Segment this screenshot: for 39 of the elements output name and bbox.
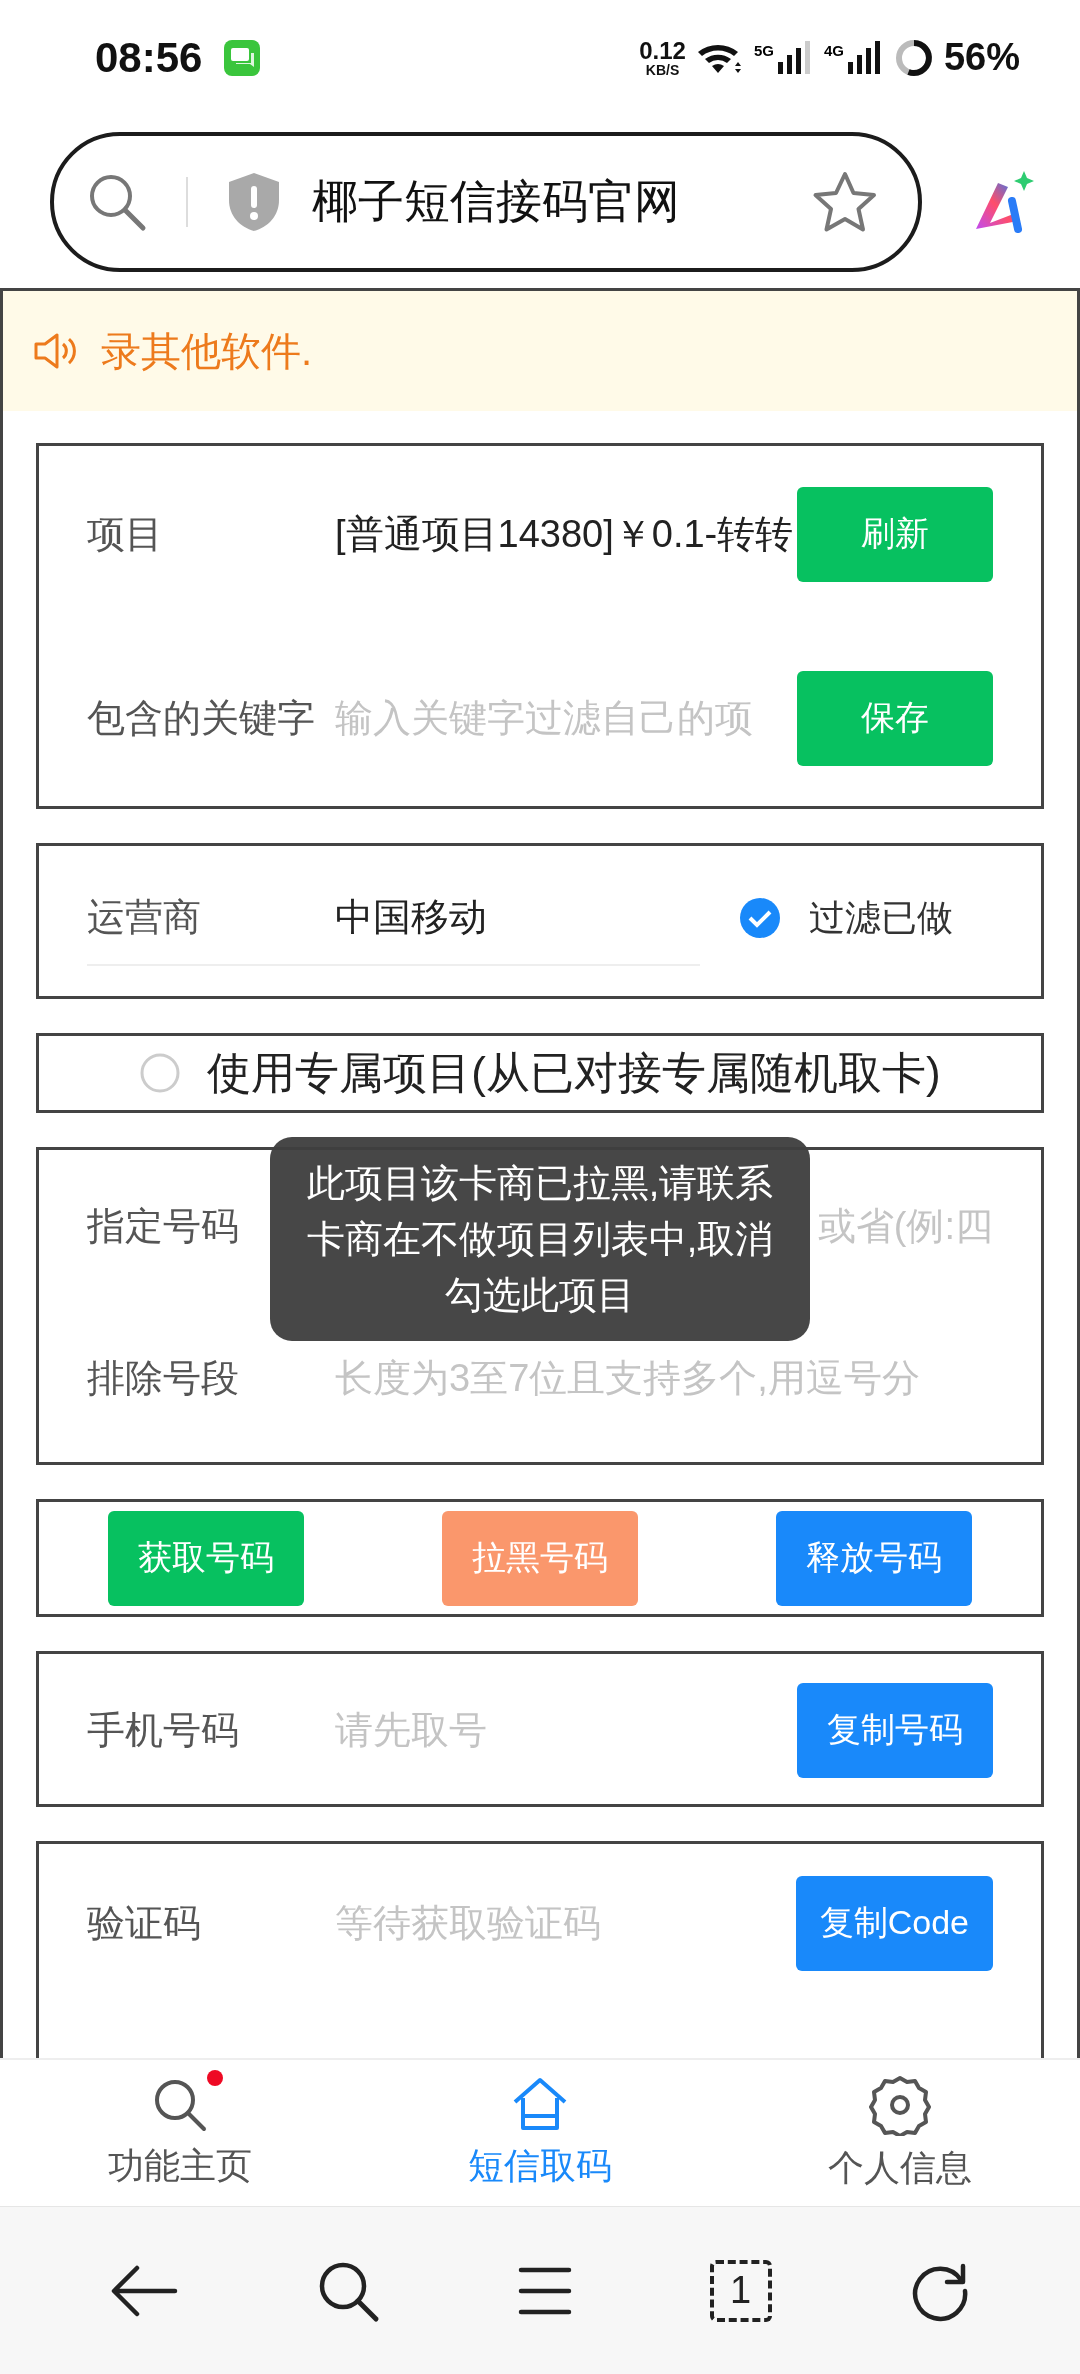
nav-tab[interactable]: 个人信息 [720,2060,1080,2206]
settings-icon [869,2073,931,2136]
battery-ring-icon [893,37,934,78]
field-label: 运营商 [87,894,202,940]
network-type: 5G [753,41,774,59]
project-value[interactable]: [普通项目14380]￥0.1-转转 [335,508,797,560]
battery-level: 56% [943,36,1020,79]
nav-tab[interactable]: 功能主页 [0,2060,360,2206]
network-speed: 0.12 [639,38,686,63]
network-type: 4G [823,41,844,59]
field-label: 手机号码 [87,1707,240,1753]
shield-warning-icon[interactable] [226,170,282,233]
action-button[interactable]: 复制Code [795,1875,993,1971]
tab-count-button[interactable]: 1 [709,2259,772,2322]
input-field[interactable]: 输入关键字过滤自己的项 [335,696,797,740]
input-field[interactable]: 请先取号 [335,1708,797,1752]
checked-circle-icon[interactable] [739,897,781,939]
input-field[interactable]: 等待获取验证码 [335,1901,796,1945]
notice-text: 录其他软件. [101,327,313,375]
field-label: 验证码 [87,1900,202,1946]
input-field[interactable]: 长度为3至7位且支持多个,用逗号分 [335,1356,993,1400]
star-icon[interactable] [812,169,878,234]
field-label: 包含的关键字 [87,695,316,741]
message-app-icon [224,39,261,76]
page-title: 椰子短信接码官网 [312,173,680,229]
carrier-value[interactable]: 中国移动 [335,891,700,943]
speaker-icon [33,331,79,371]
action-button[interactable]: 释放号码 [776,1510,972,1606]
clock: 08:56 [95,33,203,82]
speed-unit: KB/S [645,62,680,77]
message-toast: 此项目该卡商已拉黑,请联系卡商在不做项目列表中,取消勾选此项目 [270,1137,810,1341]
nav-tab[interactable]: 短信取码 [360,2060,720,2206]
field-label: 排除号段 [87,1355,240,1401]
field-label: 项目 [87,511,164,557]
filter-checkbox[interactable]: 过滤已做 [739,893,953,943]
radio-icon[interactable] [139,1052,182,1094]
field-label: 指定号码 [87,1203,240,1249]
action-button[interactable]: 复制号码 [797,1682,993,1778]
address-bar[interactable]: 椰子短信接码官网 [50,131,922,272]
